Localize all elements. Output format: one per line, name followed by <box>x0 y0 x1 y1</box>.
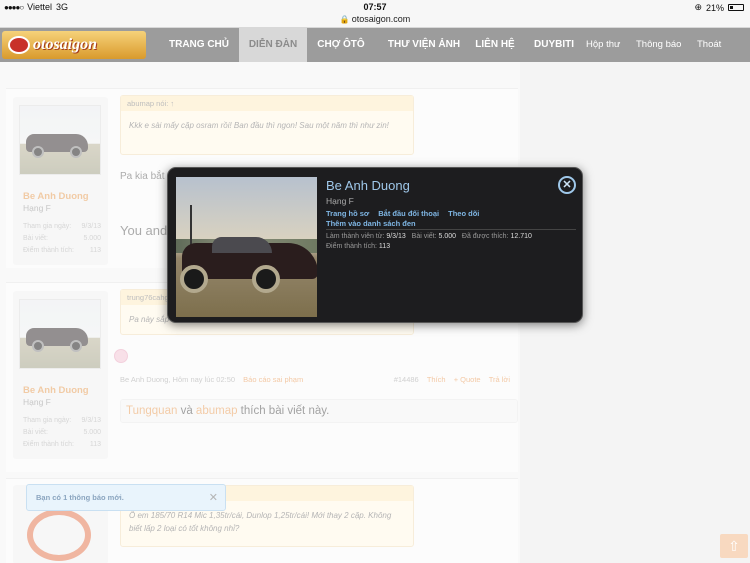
member-stats: Làm thành viên từ: 9/3/13 Bài viết: 5.00… <box>326 233 532 240</box>
nav-car-market[interactable]: CHỢ ÔTÔ <box>310 28 372 62</box>
nav-user[interactable]: DUYBITI <box>528 28 580 62</box>
stat-label: Bài viết: <box>411 233 437 240</box>
address-bar[interactable]: 🔒 otosaigon.com <box>0 14 750 28</box>
photo-wheel <box>252 265 280 293</box>
lock-icon: 🔒 <box>339 15 350 24</box>
battery-icon <box>728 4 744 11</box>
status-right: ⊕ 21% <box>694 2 744 13</box>
member-rank: Hạng F <box>326 196 354 206</box>
member-actions: Trang hồ sơ Bắt đầu đối thoại Theo dõi <box>326 209 479 218</box>
ignore-link[interactable]: Thêm vào danh sách đen <box>326 219 416 228</box>
nav-logout[interactable]: Thoát <box>697 28 721 62</box>
stat-value: 113 <box>378 243 391 250</box>
stat-value: 9/3/13 <box>386 233 406 240</box>
nav-contact[interactable]: LIÊN HỆ <box>470 28 520 62</box>
profile-link[interactable]: Trang hồ sơ <box>326 209 369 218</box>
nav-notifications[interactable]: Thông báo <box>636 28 681 62</box>
site-nav: otosaigon TRANG CHỦ DIỄN ĐÀN CHỢ ÔTÔ THƯ… <box>0 28 750 62</box>
member-name[interactable]: Be Anh Duong <box>326 178 410 193</box>
status-bar: ●●●●○ Viettel 3G 07:57 ⊕ 21% <box>0 0 750 14</box>
stat-value: 12.710 <box>510 233 532 240</box>
nav-gallery[interactable]: THƯ VIỆN ẢNH <box>378 28 470 62</box>
site-logo[interactable]: otosaigon <box>2 31 146 59</box>
photo-wheel <box>180 265 208 293</box>
stat-value: 5.000 <box>438 233 457 240</box>
divider <box>326 229 576 230</box>
member-photo <box>176 177 317 317</box>
start-conversation-link[interactable]: Bắt đầu đối thoại <box>378 209 439 218</box>
logo-text: otosaigon <box>33 36 98 53</box>
clock: 07:57 <box>363 2 387 12</box>
url-text: otosaigon.com <box>351 14 411 24</box>
photo-car-window-shape <box>212 237 272 253</box>
stat-label: Làm thành viên từ: <box>326 233 385 240</box>
close-icon[interactable]: ✕ <box>558 176 576 194</box>
member-card-popup: Be Anh Duong Hạng F Trang hồ sơ Bắt đầu … <box>167 167 583 323</box>
logo-mark-icon <box>8 36 30 54</box>
stat-label: Đã được thích: <box>461 233 509 240</box>
stat-label: Điểm thành tích: <box>326 243 377 250</box>
member-points: Điểm thành tích: 113 <box>326 243 390 250</box>
nav-home[interactable]: TRANG CHỦ <box>160 28 238 62</box>
rotation-lock-icon: ⊕ <box>694 2 702 12</box>
nav-inbox[interactable]: Hộp thư <box>586 28 620 62</box>
battery-percent: 21% <box>705 2 724 13</box>
follow-link[interactable]: Theo dõi <box>448 209 479 218</box>
nav-forum[interactable]: DIỄN ĐÀN <box>239 28 307 62</box>
